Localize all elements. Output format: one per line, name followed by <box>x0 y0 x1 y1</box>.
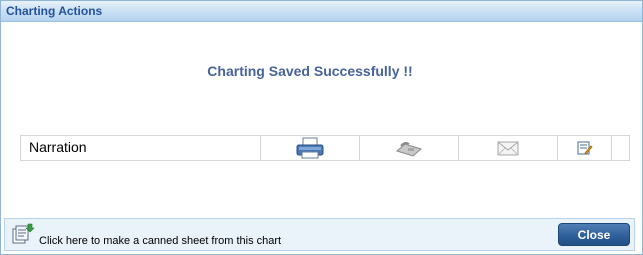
dialog-titlebar: Charting Actions <box>1 1 642 22</box>
print-icon <box>296 137 324 159</box>
close-button[interactable]: Close <box>558 223 630 246</box>
edit-icon <box>577 141 593 155</box>
narration-cell: Narration <box>21 136 261 160</box>
empty-cell <box>612 136 629 160</box>
charting-actions-dialog: Charting Actions Charting Saved Successf… <box>0 0 643 255</box>
fax-icon <box>395 141 423 157</box>
email-button[interactable] <box>459 136 558 160</box>
narration-label: Narration <box>29 139 87 155</box>
fax-button[interactable] <box>360 136 459 160</box>
canned-sheet-text: Click here to make a canned sheet from t… <box>39 235 282 247</box>
actions-row: Narration <box>20 135 630 161</box>
canned-sheet-icon <box>12 223 35 244</box>
success-message: Charting Saved Successfully !! <box>207 63 413 79</box>
dialog-title: Charting Actions <box>6 4 103 18</box>
print-button[interactable] <box>261 136 360 160</box>
email-icon <box>497 141 519 156</box>
dialog-footer: Click here to make a canned sheet from t… <box>4 218 635 251</box>
canned-sheet-link[interactable]: Click here to make a canned sheet from t… <box>5 219 305 250</box>
edit-button[interactable] <box>558 136 612 160</box>
